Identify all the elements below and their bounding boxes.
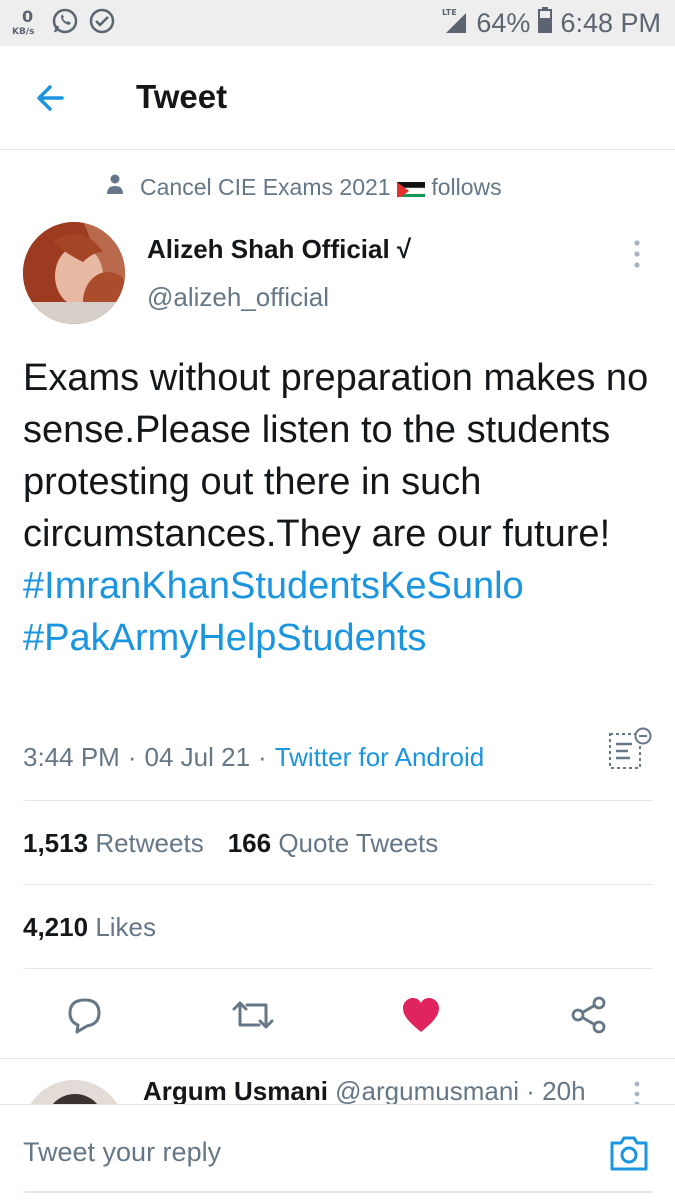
tweet-action-bar [0, 990, 675, 1040]
palestine-flag-emoji [396, 179, 425, 198]
meta-separator: · [258, 742, 267, 772]
divider [23, 884, 653, 885]
back-button[interactable] [30, 78, 74, 118]
clock: 6:48 PM [560, 7, 661, 38]
more-vertical-icon [634, 240, 640, 268]
net-speed-unit: KB/s [12, 27, 35, 37]
translate-button[interactable] [606, 726, 654, 772]
social-context[interactable]: Cancel CIE Exams 2021 follows [104, 170, 502, 204]
reply-author-name: Argum Usmani [143, 1076, 328, 1106]
battery-icon [538, 6, 553, 40]
camera-button[interactable] [608, 1133, 650, 1173]
reply-composer: Tweet your reply [0, 1104, 675, 1200]
top-app-bar: Tweet [0, 46, 675, 150]
composer-underline [23, 1191, 653, 1193]
share-button[interactable] [564, 990, 614, 1040]
retweet-button[interactable] [228, 990, 278, 1040]
tweet-meta: 3:44 PM · 04 Jul 21 · Twitter for Androi… [23, 742, 484, 773]
social-context-text: Cancel CIE Exams 2021 [140, 173, 391, 200]
page-title: Tweet [136, 78, 228, 115]
tweet-text: Exams without preparation makes no sense… [23, 352, 663, 664]
reply-time: · 20h [526, 1076, 586, 1106]
battery-percent: 64% [476, 7, 531, 38]
retweets-count: 1,513 [23, 828, 89, 858]
tweet-time: 3:44 PM [23, 742, 120, 772]
camera-icon [610, 1136, 648, 1171]
signal-icon: LTE [442, 6, 468, 41]
network-speed-indicator: 0 KB/s [12, 5, 42, 41]
share-icon [571, 996, 606, 1034]
status-bar: 0 KB/s LTE 64% 6:48 PM [0, 0, 675, 46]
author-name[interactable]: Alizeh Shah Official √ [147, 234, 411, 265]
check-circle-icon [88, 7, 116, 40]
tweet-body: Exams without preparation makes no sense… [23, 357, 649, 555]
author-avatar[interactable] [23, 222, 125, 324]
person-icon [104, 173, 126, 201]
reply-input[interactable]: Tweet your reply [23, 1137, 221, 1168]
retweets-stat[interactable]: 1,513 Retweets [23, 828, 204, 859]
likes-stat[interactable]: 4,210 Likes [23, 912, 156, 943]
quotes-label: Quote Tweets [278, 828, 439, 858]
reply-icon [68, 998, 101, 1034]
heart-icon [403, 998, 439, 1032]
back-arrow-icon [37, 85, 64, 111]
retweet-icon [232, 1001, 274, 1029]
tweet-date: 04 Jul 21 [144, 742, 251, 772]
net-speed-value: 0 [22, 7, 34, 26]
hashtag-link[interactable]: #PakArmyHelpStudents [23, 612, 663, 664]
social-context-suffix: follows [431, 173, 502, 200]
reply-author-line[interactable]: Argum Usmani @argumusmani · 20h [143, 1076, 586, 1107]
likes-label: Likes [95, 912, 157, 942]
meta-separator: · [127, 742, 137, 772]
reply-author-handle: @argumusmani [335, 1076, 520, 1106]
hashtag-link[interactable]: #ImranKhanStudentsKeSunlo [23, 560, 663, 612]
whatsapp-icon [50, 6, 80, 41]
divider [0, 1058, 675, 1059]
divider [23, 968, 653, 969]
engagement-stats-row: 1,513 Retweets 166 Quote Tweets [23, 828, 438, 859]
quotes-count: 166 [227, 828, 272, 858]
translate-icon [609, 727, 652, 769]
retweets-label: Retweets [95, 828, 204, 858]
tweet-more-button[interactable] [626, 238, 648, 270]
likes-stats-row: 4,210 Likes [23, 912, 156, 943]
quote-tweets-stat[interactable]: 166 Quote Tweets [228, 828, 439, 859]
like-button[interactable] [396, 990, 446, 1040]
author-handle[interactable]: @alizeh_official [147, 282, 329, 313]
svg-text:LTE: LTE [442, 8, 457, 17]
tweet-source-link[interactable]: Twitter for Android [275, 742, 485, 773]
divider [23, 800, 653, 801]
reply-button[interactable] [60, 990, 110, 1040]
likes-count: 4,210 [23, 912, 89, 942]
